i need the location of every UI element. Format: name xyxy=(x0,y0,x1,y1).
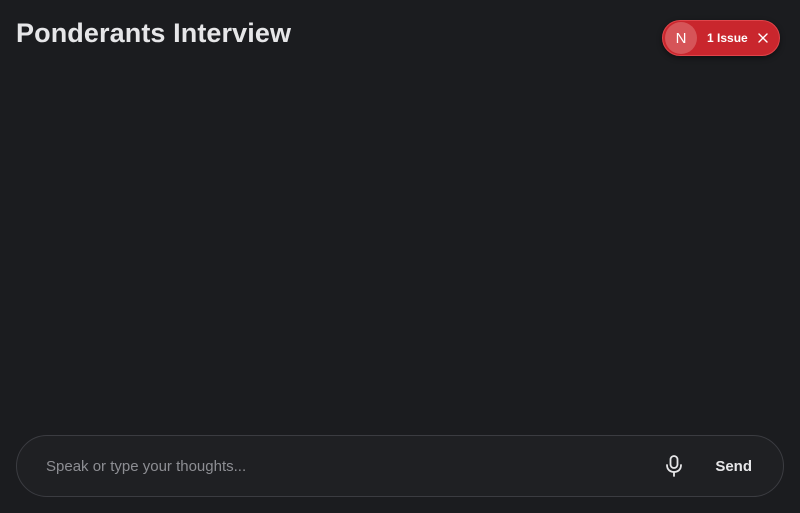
thoughts-input[interactable] xyxy=(17,436,663,496)
issue-count-label[interactable]: 1 Issue xyxy=(707,31,748,45)
message-composer: Send xyxy=(16,435,784,497)
interview-page: Ponderants Interview N 1 Issue Send xyxy=(0,0,800,513)
dev-tools-badge[interactable]: N xyxy=(665,22,697,54)
send-button[interactable]: Send xyxy=(715,458,752,475)
close-icon[interactable] xyxy=(756,31,770,45)
issues-indicator[interactable]: N 1 Issue xyxy=(662,20,780,56)
page-title: Ponderants Interview xyxy=(16,18,292,48)
microphone-icon[interactable] xyxy=(662,454,686,478)
